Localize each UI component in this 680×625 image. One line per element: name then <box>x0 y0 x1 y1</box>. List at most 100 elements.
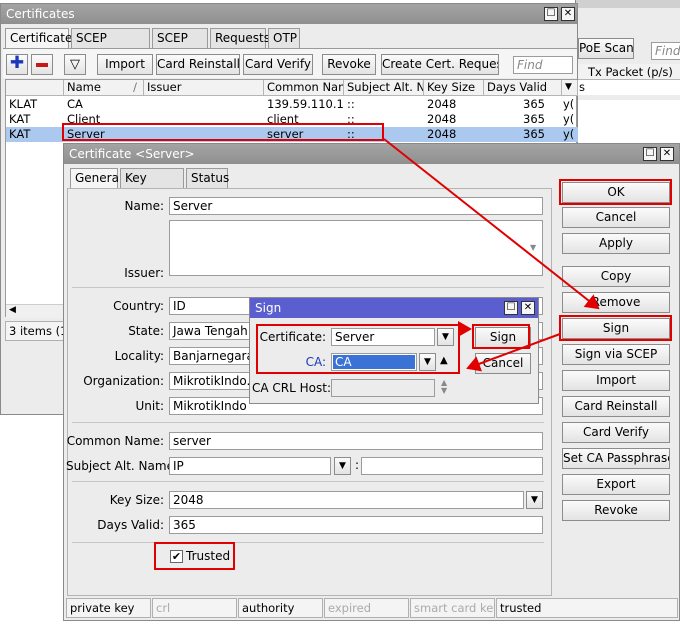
sign-maximize-icon[interactable]: ☐ <box>504 301 518 315</box>
status-private-key: private key <box>66 598 151 618</box>
subject-alt-name-label: Subject Alt. Name: <box>66 459 178 473</box>
sign-dialog-title-bar[interactable]: Sign <box>250 298 538 318</box>
tab-requests[interactable]: Requests <box>210 28 270 48</box>
san-type-dropdown-icon[interactable]: ▼ <box>334 457 351 475</box>
card-reinstall-dialog-button[interactable]: Card Reinstall <box>562 396 670 417</box>
set-ca-passphrase-button[interactable]: Set CA Passphrase <box>562 448 670 469</box>
card-verify-button[interactable]: Card Verify <box>243 54 313 75</box>
filter-button[interactable]: ▽ <box>64 54 86 75</box>
table-row[interactable]: KLAT CA 139.59.110.119::2048 365 y( <box>6 97 578 112</box>
col-flags <box>6 80 64 96</box>
background-find-input[interactable]: Find <box>651 42 680 60</box>
tab-otp[interactable]: OTP <box>268 28 300 48</box>
ca-dropdown-icon[interactable]: ▼ <box>419 353 436 371</box>
apply-button[interactable]: Apply <box>562 233 670 254</box>
crl-host-field[interactable] <box>331 379 435 397</box>
crl-host-label: CA CRL Host: <box>252 381 331 395</box>
status-trusted: trusted <box>496 598 678 618</box>
tab-key-usage[interactable]: Key Usage <box>120 168 184 203</box>
certificates-tabs: Certificates SCEP Servers SCEP RA Reques… <box>5 28 575 63</box>
certificates-title-bar[interactable]: Certificates <box>1 4 577 24</box>
dialog-maximize-icon[interactable]: ☐ <box>643 147 657 161</box>
minus-icon <box>36 62 48 67</box>
dialog-tabs: General Key Usage Status <box>70 168 370 203</box>
export-button[interactable]: Export <box>562 474 670 495</box>
col-issuer[interactable]: Issuer <box>144 80 264 96</box>
col-common-name[interactable]: Common Name <box>264 80 344 96</box>
sign-cancel-button[interactable]: Cancel <box>475 353 531 374</box>
issuer-scroll-icon[interactable]: ▼ <box>530 224 536 272</box>
remove-toolbar-button[interactable] <box>31 54 53 75</box>
cell-common-name: 139.59.110.119 <box>267 97 344 111</box>
create-cert-request-button[interactable]: Create Cert. Request <box>381 54 499 75</box>
crl-host-updown-icon[interactable]: ▲ ▼ <box>441 379 447 395</box>
plus-icon: ✚ <box>9 54 25 73</box>
sign-dialog: Sign ☐ ✕ Certificate: Server ▼ CA: CA ▼ … <box>249 297 539 404</box>
cell-flags: KLAT <box>9 97 38 111</box>
certificate-dialog-title-bar[interactable]: Certificate <Server> <box>64 144 679 164</box>
san-type-field[interactable]: IP <box>169 457 331 475</box>
tab-scep-ra[interactable]: SCEP RA <box>152 28 208 63</box>
sign-close-icon[interactable]: ✕ <box>521 301 535 315</box>
issuer-field[interactable] <box>169 220 543 276</box>
key-size-dropdown-icon[interactable]: ▼ <box>526 491 543 509</box>
revoke-toolbar-button[interactable]: Revoke <box>322 54 376 75</box>
find-input[interactable]: Find <box>513 56 573 74</box>
certificate-select[interactable]: Server <box>331 328 435 346</box>
certificate-dropdown-icon[interactable]: ▼ <box>437 328 454 346</box>
tab-scep-servers[interactable]: SCEP Servers <box>71 28 150 63</box>
col-days-valid[interactable]: Days Valid <box>484 80 562 96</box>
status-smart-card-key: smart card key <box>410 598 495 618</box>
cell-key-size: 2048 <box>427 97 457 111</box>
cell-trail: y( <box>563 112 575 126</box>
columns-dropdown-icon[interactable]: ▼ <box>562 80 578 96</box>
copy-button[interactable]: Copy <box>562 266 670 287</box>
ca-collapse-icon[interactable]: ▲ <box>440 355 448 366</box>
col-name[interactable]: Name / <box>64 80 144 96</box>
table-row[interactable]: KAT Client client:: 2048 365 y( <box>6 112 578 127</box>
table-row[interactable]: KAT Server server:: 2048 365 y( <box>6 127 578 142</box>
import-dialog-button[interactable]: Import <box>562 370 670 391</box>
ca-value: CA <box>333 355 415 369</box>
cell-name: Client <box>67 112 101 126</box>
cell-name: Server <box>67 127 105 141</box>
revoke-button[interactable]: Revoke <box>562 500 670 521</box>
card-reinstall-button[interactable]: Card Reinstall <box>156 54 240 75</box>
sign-via-scep-button[interactable]: Sign via SCEP <box>562 344 670 365</box>
cancel-button[interactable]: Cancel <box>562 207 670 228</box>
tab-status[interactable]: Status <box>186 168 229 188</box>
dialog-close-icon[interactable]: ✕ <box>660 147 674 161</box>
filter-icon: ▽ <box>70 57 80 72</box>
ok-button[interactable]: OK <box>562 182 670 203</box>
days-valid-field[interactable]: 365 <box>169 516 543 534</box>
sign-button[interactable]: Sign <box>562 318 670 339</box>
certificates-title: Certificates <box>6 7 75 21</box>
state-label: State: <box>128 324 164 338</box>
tab-certificates[interactable]: Certificates <box>5 28 79 48</box>
maximize-icon[interactable]: ☐ <box>544 7 558 21</box>
trusted-checkbox[interactable]: ✔ <box>170 550 183 563</box>
col-key-size[interactable]: Key Size <box>424 80 484 96</box>
tab-general[interactable]: General <box>70 168 122 188</box>
status-expired: expired <box>324 598 409 618</box>
poe-scan-button[interactable]: PoE Scan <box>578 38 634 59</box>
sign-confirm-button[interactable]: Sign <box>475 327 531 348</box>
common-name-field[interactable]: server <box>169 432 543 450</box>
trusted-label: Trusted <box>186 549 231 563</box>
col-name-label: Name <box>67 80 101 94</box>
key-size-field[interactable]: 2048 <box>169 491 524 509</box>
scroll-left-icon[interactable]: ◀ <box>9 305 16 315</box>
add-button[interactable]: ✚ <box>6 54 28 75</box>
cell-san: :: <box>347 127 355 141</box>
name-field[interactable]: Server <box>169 197 543 215</box>
common-name-label: Common Name: <box>66 434 164 448</box>
import-button[interactable]: Import <box>97 54 153 75</box>
remove-button[interactable]: Remove <box>562 292 670 313</box>
close-icon[interactable]: ✕ <box>561 7 575 21</box>
cell-san: :: <box>347 97 355 111</box>
ca-select[interactable]: CA <box>331 353 417 371</box>
ca-label: CA: <box>305 355 326 369</box>
card-verify-dialog-button[interactable]: Card Verify <box>562 422 670 443</box>
san-value-field[interactable] <box>361 457 543 475</box>
col-subject-alt[interactable]: Subject Alt. N... <box>344 80 424 96</box>
